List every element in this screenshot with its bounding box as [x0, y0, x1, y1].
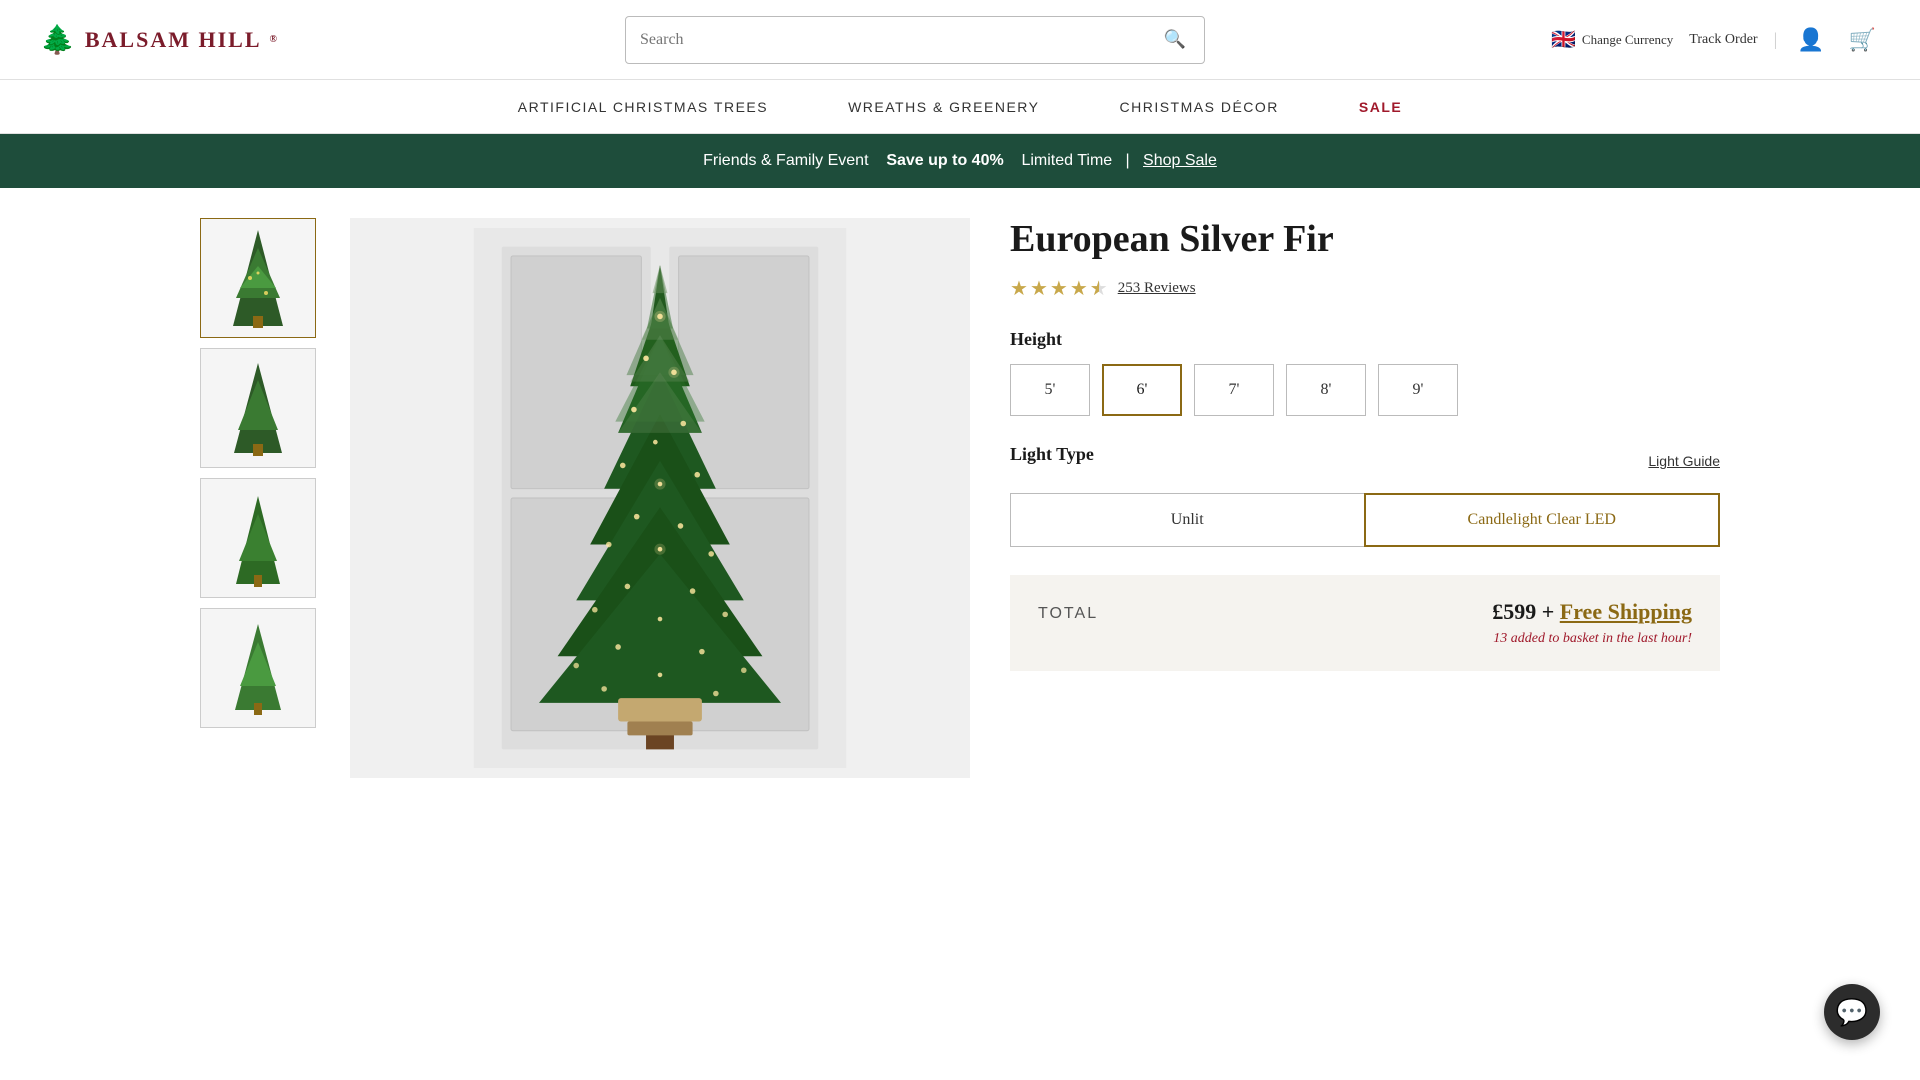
product-page: European Silver Fir ★ ★ ★ ★ ★ ★ 253 Revi… [160, 188, 1760, 808]
total-section: TOTAL £599 + Free Shipping 13 added to b… [1010, 575, 1720, 671]
logo[interactable]: 🌲 BALSAM HILL ® [40, 23, 279, 57]
light-options: Unlit Candlelight Clear LED [1010, 493, 1720, 547]
total-label: TOTAL [1038, 605, 1098, 623]
main-tree-svg [460, 228, 860, 768]
account-button[interactable]: 👤 [1793, 27, 1828, 53]
price-plus: + [1542, 599, 1560, 624]
product-info: European Silver Fir ★ ★ ★ ★ ★ ★ 253 Revi… [1000, 218, 1720, 778]
logo-area: 🌲 BALSAM HILL ® [40, 23, 279, 57]
chat-icon: 💬 [1836, 997, 1868, 1028]
total-row: TOTAL £599 + Free Shipping 13 added to b… [1038, 599, 1692, 647]
nav-item-decor[interactable]: CHRISTMAS DÉCOR [1120, 99, 1279, 115]
account-icon: 👤 [1797, 27, 1824, 52]
nav-item-trees[interactable]: ARTIFICIAL CHRISTMAS TREES [518, 99, 768, 115]
free-shipping-link[interactable]: Free Shipping [1560, 599, 1692, 624]
currency-label: Change Currency [1582, 32, 1673, 48]
divider: | [1774, 29, 1778, 50]
thumbnail-tree-svg-3 [228, 488, 288, 588]
flag-icon: 🇬🇧 [1551, 27, 1576, 52]
thumbnail-1[interactable] [200, 218, 316, 338]
thumbnail-column [200, 218, 330, 778]
height-section: Height 5' 6' 7' 8' 9' [1010, 329, 1720, 416]
promo-shop-sale-link[interactable]: Shop Sale [1143, 152, 1217, 169]
thumbnail-tree-svg-1 [228, 228, 288, 328]
total-price: £599 + Free Shipping [1492, 599, 1692, 624]
cart-button[interactable]: 🛒 [1845, 27, 1880, 53]
height-label: Height [1010, 329, 1720, 350]
height-btn-5ft[interactable]: 5' [1010, 364, 1090, 416]
currency-selector[interactable]: 🇬🇧 Change Currency [1551, 27, 1673, 52]
search-input[interactable] [640, 31, 1160, 49]
light-btn-candlelight[interactable]: Candlelight Clear LED [1364, 493, 1721, 547]
promo-text-after: Limited Time [1021, 152, 1112, 169]
nav-item-sale[interactable]: SALE [1359, 99, 1402, 115]
star-1: ★ [1010, 276, 1028, 301]
total-price-area: £599 + Free Shipping 13 added to basket … [1492, 599, 1692, 647]
cart-icon: 🛒 [1849, 27, 1876, 52]
light-btn-unlit[interactable]: Unlit [1010, 493, 1364, 547]
promo-separator: | [1126, 152, 1130, 169]
track-order-link[interactable]: Track Order [1689, 32, 1757, 48]
height-btn-8ft[interactable]: 8' [1286, 364, 1366, 416]
light-type-section: Light Type Light Guide Unlit Candlelight… [1010, 444, 1720, 547]
star-5-half: ★ ★ [1090, 276, 1108, 301]
search-box: 🔍 [625, 16, 1205, 64]
basket-urgent: 13 added to basket in the last hour! [1492, 631, 1692, 647]
search-button[interactable]: 🔍 [1160, 29, 1190, 50]
search-icon: 🔍 [1164, 29, 1186, 49]
search-area: 🔍 [299, 16, 1531, 64]
main-nav: ARTIFICIAL CHRISTMAS TREES WREATHS & GRE… [0, 80, 1920, 134]
height-btn-6ft[interactable]: 6' [1102, 364, 1182, 416]
light-type-header: Light Type Light Guide [1010, 444, 1720, 479]
chat-button[interactable]: 💬 [1824, 984, 1880, 1040]
star-rating: ★ ★ ★ ★ ★ ★ [1010, 276, 1108, 301]
nav-item-wreaths[interactable]: WREATHS & GREENERY [848, 99, 1039, 115]
thumbnail-2[interactable] [200, 348, 316, 468]
height-btn-9ft[interactable]: 9' [1378, 364, 1458, 416]
thumbnail-tree-svg-2 [228, 358, 288, 458]
site-header: 🌲 BALSAM HILL ® 🔍 🇬🇧 Change Currency Tra… [0, 0, 1920, 80]
light-type-label: Light Type [1010, 444, 1094, 465]
promo-bold-text: Save up to 40% [886, 152, 1003, 169]
star-4: ★ [1070, 276, 1088, 301]
light-guide-link[interactable]: Light Guide [1648, 453, 1720, 469]
reviews-link[interactable]: 253 Reviews [1118, 280, 1196, 297]
star-3: ★ [1050, 276, 1068, 301]
main-product-image [350, 218, 970, 778]
thumbnail-tree-svg-4 [228, 618, 288, 718]
product-title: European Silver Fir [1010, 218, 1720, 262]
height-btn-7ft[interactable]: 7' [1194, 364, 1274, 416]
logo-tree-icon: 🌲 [40, 23, 77, 57]
logo-text-label: BALSAM HILL [85, 27, 262, 53]
thumbnail-4[interactable] [200, 608, 316, 728]
price-amount: £599 [1492, 599, 1536, 624]
rating-row: ★ ★ ★ ★ ★ ★ 253 Reviews [1010, 276, 1720, 301]
header-right: 🇬🇧 Change Currency Track Order | 👤 🛒 [1551, 27, 1880, 53]
star-2: ★ [1030, 276, 1048, 301]
height-options: 5' 6' 7' 8' 9' [1010, 364, 1720, 416]
thumbnail-3[interactable] [200, 478, 316, 598]
promo-banner: Friends & Family Event Save up to 40% Li… [0, 134, 1920, 188]
promo-text-before: Friends & Family Event [703, 152, 868, 169]
